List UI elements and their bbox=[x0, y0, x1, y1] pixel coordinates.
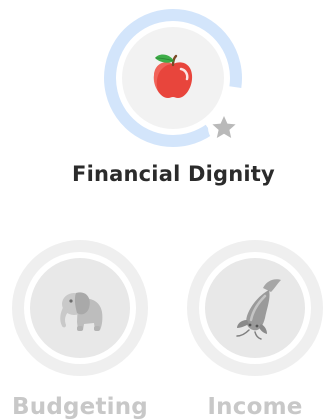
skill-budgeting[interactable]: Budgeting bbox=[0, 230, 160, 420]
star-icon bbox=[208, 112, 240, 144]
skill-label-income: Income bbox=[207, 394, 303, 420]
skill-income[interactable]: Income bbox=[167, 230, 327, 420]
skill-label-budgeting: Budgeting bbox=[12, 394, 148, 420]
apple-icon bbox=[153, 54, 193, 98]
elephant-icon bbox=[60, 292, 103, 331]
skill-financial-dignity[interactable]: Financial Dignity bbox=[0, 0, 327, 200]
skill-label-financial-dignity: Financial Dignity bbox=[72, 162, 275, 186]
koi-fish-icon bbox=[236, 279, 281, 340]
